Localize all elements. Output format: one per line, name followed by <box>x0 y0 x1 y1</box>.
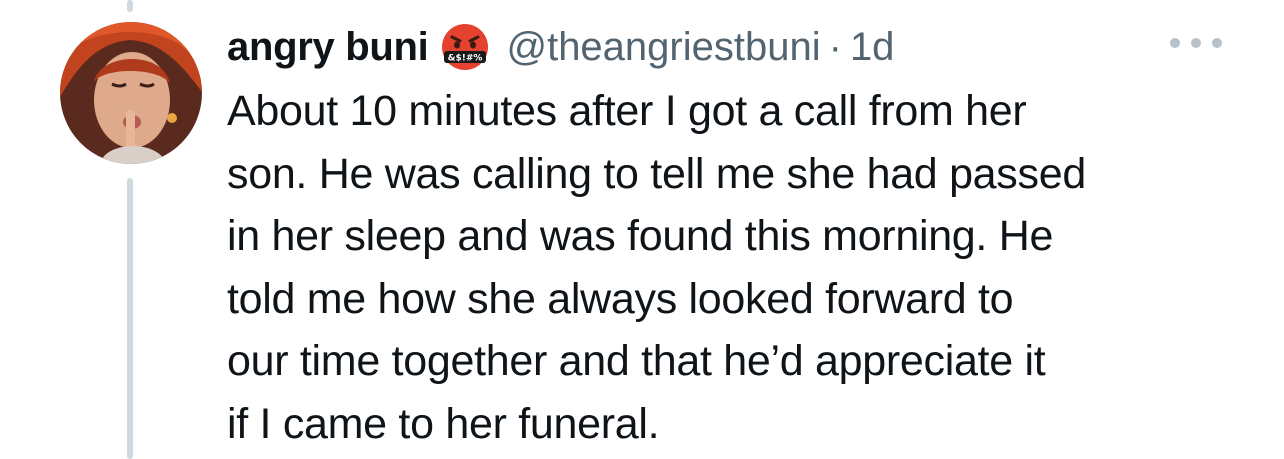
meta-separator: · <box>828 24 842 69</box>
tweet-header: angry buni &$!#% @theangriestbuni · 1d <box>227 18 894 76</box>
tweet-text-line: in her sleep and was found this morning.… <box>227 212 1054 260</box>
thread-connector-top <box>127 0 133 12</box>
more-dot <box>1170 38 1180 48</box>
emoji-symbols-text: &$!#% <box>448 54 483 64</box>
tweet-text-line: our time together and that he’d apprecia… <box>227 337 1046 385</box>
more-horizontal-icon[interactable] <box>1170 30 1222 56</box>
user-handle[interactable]: @theangriestbuni <box>506 25 820 70</box>
more-dot <box>1191 38 1201 48</box>
tweet-body: About 10 minutes after I got a call from… <box>227 80 1267 455</box>
tweet-text-line: told me how she always looked forward to <box>227 274 1014 323</box>
thread-connector-line <box>127 178 133 459</box>
more-dot <box>1212 38 1222 48</box>
avatar[interactable] <box>60 22 202 164</box>
display-name[interactable]: angry buni <box>227 25 429 70</box>
tweet-timestamp[interactable]: 1d <box>850 25 895 70</box>
face-with-symbols-on-mouth-emoji-icon: &$!#% <box>440 22 490 72</box>
tweet-text-line: if I came to her funeral. <box>227 399 660 448</box>
tweet-text-line: About 10 minutes after I got a call from… <box>227 87 1027 135</box>
tweet-text-line: son. He was calling to tell me she had p… <box>227 149 1086 198</box>
